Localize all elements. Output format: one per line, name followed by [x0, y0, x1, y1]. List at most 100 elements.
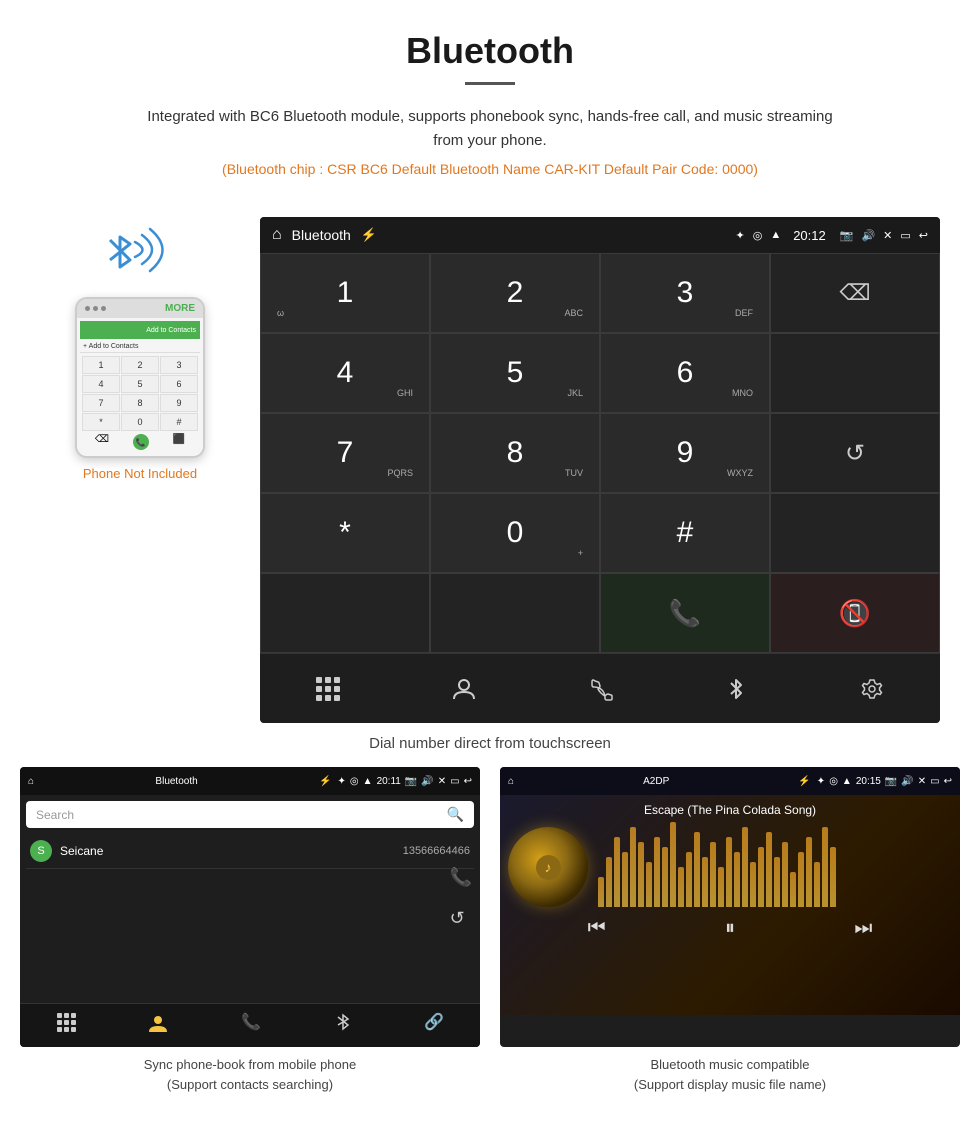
phone-key-2[interactable]: 2	[121, 356, 159, 374]
usb-icon: ⚡	[361, 227, 377, 243]
backspace-icon: ⌫	[839, 280, 870, 306]
phone-key-0[interactable]: 0	[121, 413, 159, 431]
pb-nav-bt[interactable]	[333, 1012, 353, 1039]
statusbar-left: ⌂ Bluetooth ⚡	[272, 226, 377, 244]
dial-4-main: 4	[337, 356, 354, 390]
phone-key-3[interactable]: 3	[160, 356, 198, 374]
nav-bluetooth[interactable]	[711, 664, 761, 714]
pb-status-right: ✦ ◎ ▲ 20:11 📷 🔊 ✕ ▭ ↩	[338, 776, 472, 787]
search-bar[interactable]: Search 🔍	[26, 801, 474, 828]
dial-key-5[interactable]: 5 JKL	[430, 333, 600, 413]
music-controls: ⏮ ⏸ ⏭	[508, 907, 952, 940]
action-empty-1	[260, 573, 430, 653]
dial-cell-empty-4	[770, 493, 940, 573]
phone-key-4[interactable]: 4	[82, 375, 120, 393]
home-icon[interactable]: ⌂	[272, 226, 282, 244]
contact-phone: 13566664466	[403, 845, 470, 857]
close-icon[interactable]: ✕	[883, 229, 892, 242]
nav-phone[interactable]	[575, 664, 625, 714]
dial-screen-caption: Dial number direct from touchscreen	[0, 723, 980, 767]
dial-key-9[interactable]: 9 WXYZ	[600, 413, 770, 493]
contact-row[interactable]: S Seicane 13566664466	[26, 834, 474, 869]
phone-contact-hint: + Add to Contacts	[80, 341, 200, 353]
dial-cell-refresh[interactable]: ↺	[770, 413, 940, 493]
music-home-icon[interactable]: ⌂	[508, 776, 514, 787]
phone-bottom-row: ⌫ 📞 ⬛	[80, 431, 200, 453]
dial-6-main: 6	[677, 356, 694, 390]
bottom-panels: ⌂ Bluetooth ⚡ ✦ ◎ ▲ 20:11 📷 🔊 ✕ ▭ ↩	[0, 767, 980, 1114]
call-icon: 📞	[669, 598, 701, 629]
dial-0-main: 0	[507, 516, 524, 550]
nav-settings[interactable]	[847, 664, 897, 714]
phone-key-5[interactable]: 5	[121, 375, 159, 393]
nav-dialpad[interactable]	[303, 664, 353, 714]
eq-bar	[702, 857, 708, 907]
phone-key-8[interactable]: 8	[121, 394, 159, 412]
eq-bar	[758, 847, 764, 907]
phone-call-button[interactable]: 📞	[133, 434, 149, 450]
side-refresh-icon[interactable]: ↺	[450, 908, 472, 929]
music-usb-icon: ⚡	[798, 776, 810, 787]
dial-key-1[interactable]: 1 ω	[260, 253, 430, 333]
pb-nav-contact[interactable]	[147, 1012, 169, 1039]
window-icon[interactable]: ▭	[900, 229, 910, 242]
eq-bar	[806, 837, 812, 907]
call-red-cell[interactable]: 📵	[770, 573, 940, 653]
back-icon[interactable]: ↩	[919, 229, 928, 242]
eq-bar	[782, 842, 788, 907]
dial-key-3[interactable]: 3 DEF	[600, 253, 770, 333]
music-status-right: ✦ ◎ ▲ 20:15 📷 🔊 ✕ ▭ ↩	[817, 776, 952, 787]
prev-track-button[interactable]: ⏮	[588, 917, 606, 940]
dial-key-0[interactable]: 0 +	[430, 493, 600, 573]
eq-bar	[614, 837, 620, 907]
dial-8-main: 8	[507, 436, 524, 470]
pb-nav-grid[interactable]	[56, 1012, 76, 1039]
action-empty-2	[430, 573, 600, 653]
eq-bar	[622, 852, 628, 907]
pb-home-icon[interactable]: ⌂	[28, 776, 34, 787]
call-green-cell[interactable]: 📞	[600, 573, 770, 653]
music-cam-icon: 📷	[885, 776, 897, 787]
phone-keypad: 1 2 3 4 5 6 7 8 9 * 0 #	[80, 356, 200, 431]
dial-cell-backspace[interactable]: ⌫	[770, 253, 940, 333]
music-title: A2DP	[520, 776, 792, 787]
song-title: Escape (The Pina Colada Song)	[644, 803, 816, 817]
music-equalizer	[588, 827, 952, 907]
eq-bar	[654, 837, 660, 907]
dial-key-8[interactable]: 8 TUV	[430, 413, 600, 493]
dial-6-sub: MNO	[732, 388, 753, 398]
dial-key-6[interactable]: 6 MNO	[600, 333, 770, 413]
phone-key-9[interactable]: 9	[160, 394, 198, 412]
nav-contacts[interactable]	[439, 664, 489, 714]
eq-bar	[710, 842, 716, 907]
phone-key-1[interactable]: 1	[82, 356, 120, 374]
phone-key-hash[interactable]: #	[160, 413, 198, 431]
phonebook-caption: Sync phone-book from mobile phone(Suppor…	[20, 1055, 480, 1094]
phone-key-6[interactable]: 6	[160, 375, 198, 393]
play-pause-button[interactable]: ⏸	[725, 917, 735, 940]
phone-key-star[interactable]: *	[82, 413, 120, 431]
pb-nav-phone[interactable]: 📞	[241, 1012, 261, 1039]
dial-key-2[interactable]: 2 ABC	[430, 253, 600, 333]
phone-dot	[93, 306, 98, 311]
pb-time: 20:11	[377, 776, 401, 787]
eq-bar	[750, 862, 756, 907]
location-icon: ◎	[753, 229, 763, 242]
dial-key-4[interactable]: 4 GHI	[260, 333, 430, 413]
pb-nav-link[interactable]: 🔗	[424, 1012, 444, 1039]
dial-key-hash[interactable]: #	[600, 493, 770, 573]
music-time: 20:15	[856, 776, 881, 787]
side-phone-icon[interactable]: 📞	[450, 867, 472, 888]
dial-key-7[interactable]: 7 PQRS	[260, 413, 430, 493]
eq-bar	[742, 827, 748, 907]
next-track-button[interactable]: ⏭	[854, 917, 872, 940]
pb-back-icon: ↩	[464, 776, 472, 787]
music-bt-icon: ✦	[817, 776, 825, 787]
volume-icon[interactable]: 🔊	[861, 229, 875, 242]
eq-bar	[774, 857, 780, 907]
music-content: Escape (The Pina Colada Song) ♪ ⏮ ⏸ ⏭	[500, 795, 960, 1015]
dial-key-star[interactable]: *	[260, 493, 430, 573]
pb-title: Bluetooth	[40, 776, 313, 787]
phone-key-7[interactable]: 7	[82, 394, 120, 412]
music-x-icon: ✕	[918, 776, 926, 787]
